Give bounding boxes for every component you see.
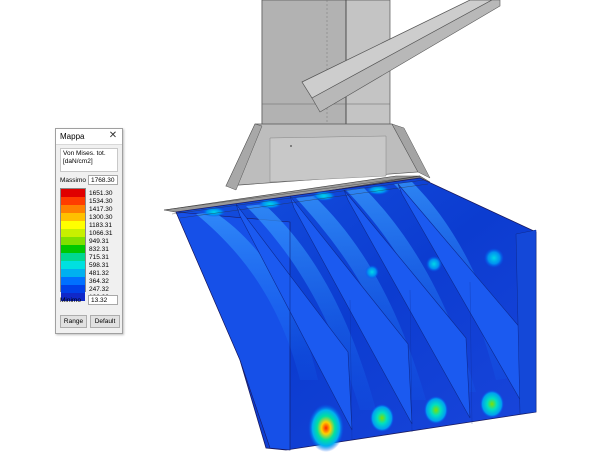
- legend-value: 1300.30: [89, 214, 113, 221]
- legend-swatch: [61, 269, 85, 277]
- legend-value: 1066.31: [89, 230, 113, 237]
- legend-swatch: [61, 197, 85, 205]
- panel-title: Mappa: [60, 132, 85, 141]
- legend-swatch: [61, 229, 85, 237]
- result-description: Von Mises. tot. [daN/cm2]: [60, 148, 118, 172]
- close-icon[interactable]: ✕: [107, 130, 119, 142]
- panel-buttons: Range Default: [60, 315, 120, 329]
- legend-value: 715.31: [89, 254, 109, 261]
- legend-color-bar: [60, 188, 86, 301]
- legend-value: 832.31: [89, 246, 109, 253]
- range-button[interactable]: Range: [60, 315, 87, 328]
- max-label: Massimo: [60, 177, 87, 184]
- legend-value: 949.31: [89, 238, 109, 245]
- max-row: Massimo 1768.30: [60, 175, 118, 186]
- legend-swatch: [61, 253, 85, 261]
- legend-swatch: [61, 189, 85, 197]
- legend-swatch: [61, 245, 85, 253]
- legend-swatch: [61, 237, 85, 245]
- max-value-field[interactable]: 1768.30: [88, 175, 118, 185]
- min-row: Minimo 13.32: [60, 295, 118, 306]
- panel-titlebar[interactable]: Mappa ✕: [56, 129, 122, 145]
- legend-value: 247.32: [89, 286, 109, 293]
- stressed-plate: [175, 177, 537, 452]
- legend-labels: 1651.30 1534.30 1417.30 1300.30 1183.31 1066.…: [89, 190, 113, 302]
- legend-value: 1534.30: [89, 198, 113, 205]
- legend-value: 1417.30: [89, 206, 113, 213]
- legend-swatch: [61, 261, 85, 269]
- legend-value: 364.32: [89, 278, 109, 285]
- legend-swatch: [61, 205, 85, 213]
- legend-value: 481.32: [89, 270, 109, 277]
- result-type: Von Mises. tot.: [63, 150, 106, 157]
- legend-value: 1651.30: [89, 190, 113, 197]
- color-legend: 1651.30 1534.30 1417.30 1300.30 1183.31 1066.…: [60, 188, 122, 301]
- legend-swatch: [61, 213, 85, 221]
- min-label: Minimo: [60, 297, 81, 304]
- default-button[interactable]: Default: [90, 315, 120, 328]
- legend-swatch: [61, 285, 85, 293]
- legend-value: 598.31: [89, 262, 109, 269]
- result-unit: [daN/cm2]: [63, 158, 93, 165]
- legend-swatch: [61, 277, 85, 285]
- stress-map-panel[interactable]: Mappa ✕ Von Mises. tot. [daN/cm2] Massim…: [55, 128, 123, 334]
- legend-swatch: [61, 221, 85, 229]
- min-value-field[interactable]: 13.32: [88, 295, 118, 305]
- legend-value: 1183.31: [89, 222, 113, 229]
